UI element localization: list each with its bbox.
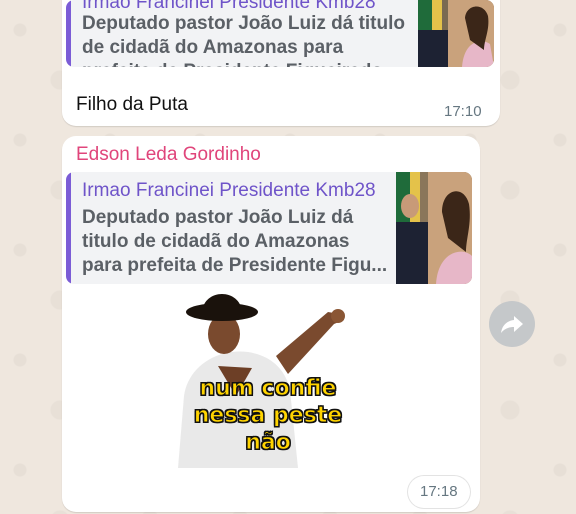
quoted-text: Deputado pastor João Luiz dá titulo de c…	[82, 207, 388, 276]
message-time: 17:18	[420, 483, 458, 500]
quoted-message[interactable]: Irmao Francinei Presidente Kmb28 Deputad…	[66, 172, 472, 284]
sticker-caption-line: nessa peste	[193, 403, 343, 429]
message-time: 17:10	[444, 103, 482, 120]
sender-name[interactable]: Edson Leda Gordinho	[76, 144, 261, 166]
forward-button[interactable]	[489, 301, 535, 347]
quote-thumbnail	[396, 172, 472, 284]
quote-accent-bar	[66, 172, 71, 284]
quoted-message[interactable]: Irmao Francinei Presidente Kmb28 Deputad…	[66, 0, 494, 67]
forward-icon	[501, 316, 523, 333]
quoted-author: Irmao Francinei Presidente Kmb28	[82, 180, 376, 201]
quoted-text: Deputado pastor João Luiz dá titulo de c…	[82, 13, 409, 67]
message-text: Filho da Puta	[76, 94, 188, 115]
time-pill: 17:18	[408, 476, 470, 508]
message-bubble[interactable]: Edson Leda Gordinho Irmao Francinei Pres…	[62, 136, 480, 512]
message-bubble[interactable]: Irmao Francinei Presidente Kmb28 Deputad…	[62, 0, 500, 126]
quote-thumbnail	[418, 0, 494, 67]
sticker[interactable]: num confie nessa peste não	[178, 286, 358, 468]
sticker-caption-line: num confie	[199, 376, 337, 402]
quote-accent-bar	[66, 0, 71, 67]
sticker-caption-line: não	[245, 430, 292, 456]
